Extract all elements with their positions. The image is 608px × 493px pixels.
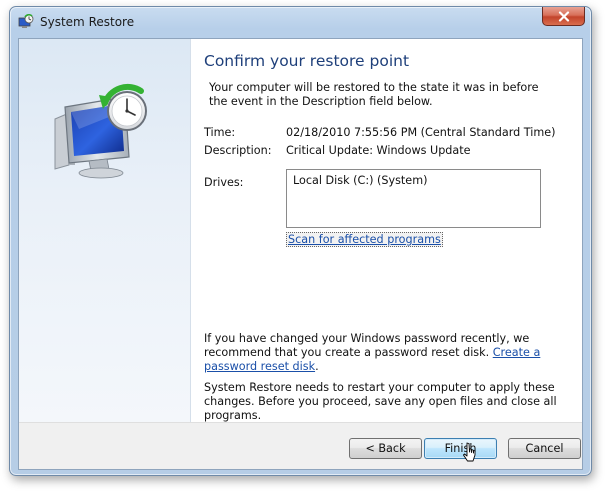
list-item[interactable]: Local Disk (C:) (System) <box>293 174 534 187</box>
mouse-pointer-icon <box>463 442 476 462</box>
description-label: Description: <box>204 144 272 157</box>
left-graphic-panel <box>19 39 191 422</box>
time-label: Time: <box>204 126 236 139</box>
password-notice: If you have changed your Windows passwor… <box>204 332 541 373</box>
system-restore-monitor-icon <box>54 84 147 179</box>
cancel-button[interactable]: Cancel <box>508 438 581 459</box>
system-restore-window: System Restore Confirm your restore poin… <box>9 6 592 476</box>
button-bar: < Back Finish Cancel <box>19 422 582 469</box>
window-title: System Restore <box>40 15 135 29</box>
intro-text: Your computer will be restored to the st… <box>209 81 539 108</box>
drives-list[interactable]: Local Disk (C:) (System) <box>286 169 541 228</box>
close-button[interactable] <box>542 7 585 26</box>
dialog-client-area: Confirm your restore point Your computer… <box>18 38 583 470</box>
drives-label: Drives: <box>204 176 244 189</box>
finish-button[interactable]: Finish <box>424 438 497 459</box>
title-bar[interactable]: System Restore <box>10 7 591 37</box>
page-title: Confirm your restore point <box>204 52 410 70</box>
description-value: Critical Update: Windows Update <box>286 144 471 157</box>
scan-affected-programs-link[interactable]: Scan for affected programs <box>286 232 443 247</box>
close-icon <box>558 10 569 22</box>
password-notice-text: If you have changed your Windows passwor… <box>204 332 530 359</box>
system-restore-icon <box>18 14 34 28</box>
back-button[interactable]: < Back <box>349 438 422 459</box>
content-area: Confirm your restore point Your computer… <box>203 39 575 422</box>
time-value: 02/18/2010 7:55:56 PM (Central Standard … <box>286 126 556 139</box>
restart-notice: System Restore needs to restart your com… <box>204 381 557 422</box>
